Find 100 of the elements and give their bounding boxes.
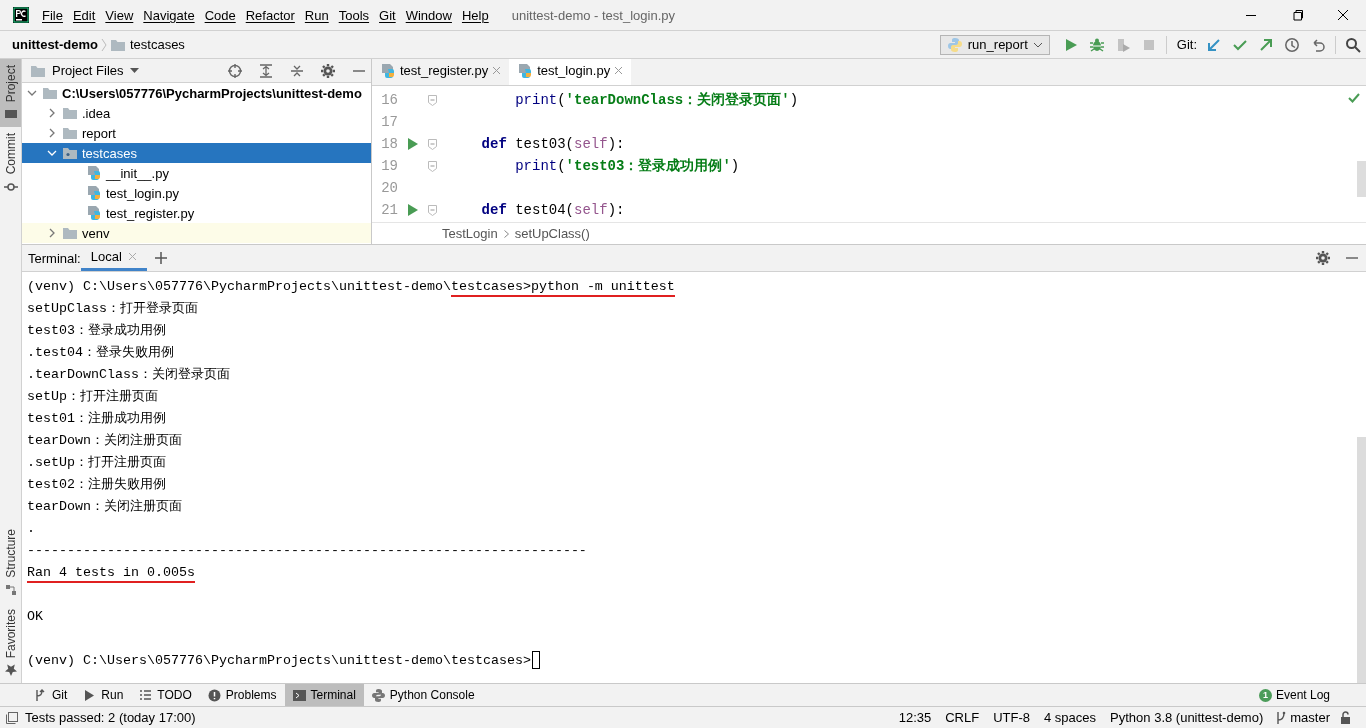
panel-toggle-icon[interactable] bbox=[5, 710, 19, 725]
caret-icon bbox=[129, 68, 139, 73]
settings-icon[interactable] bbox=[1316, 251, 1330, 265]
tree-item[interactable]: __init__.py bbox=[22, 163, 371, 183]
tool-window-tab[interactable]: Terminal bbox=[284, 684, 364, 706]
console-icon bbox=[371, 688, 385, 702]
folder-icon bbox=[62, 226, 78, 240]
line-number: 20 bbox=[380, 180, 398, 196]
menu-item[interactable]: Run bbox=[299, 7, 334, 23]
close-icon[interactable] bbox=[127, 252, 137, 261]
history-icon[interactable] bbox=[1284, 36, 1300, 53]
output-line: tearDown：关闭注册页面 bbox=[27, 498, 182, 515]
run-icon[interactable] bbox=[408, 204, 418, 216]
app-logo bbox=[13, 7, 29, 23]
fold-icon bbox=[428, 138, 437, 150]
menu-item[interactable]: Window bbox=[400, 7, 457, 23]
tab-icon bbox=[3, 582, 18, 597]
breadcrumb-item[interactable]: setUpClass() bbox=[514, 226, 590, 241]
run-config-dropdown[interactable]: run_report bbox=[939, 34, 1050, 55]
folder-icon bbox=[109, 37, 126, 52]
code-line: print('tearDownClass：关闭登录页面') bbox=[514, 91, 799, 109]
python-file-icon bbox=[86, 185, 102, 201]
push-icon[interactable] bbox=[1258, 36, 1274, 53]
settings-icon[interactable] bbox=[320, 63, 335, 78]
search-icon[interactable] bbox=[1345, 36, 1361, 53]
tool-window-tab[interactable]: Project bbox=[0, 59, 21, 128]
breadcrumb-item[interactable]: testcases bbox=[129, 37, 185, 52]
problems-icon bbox=[207, 688, 221, 702]
status-item[interactable]: CRLF bbox=[938, 710, 987, 725]
menu-item[interactable]: Help bbox=[456, 7, 494, 23]
python-icon bbox=[946, 36, 963, 53]
session-tab[interactable]: Local bbox=[80, 245, 147, 271]
undo-icon[interactable] bbox=[1310, 36, 1326, 53]
editor-tab[interactable]: test_login.py bbox=[509, 59, 632, 85]
event-log-button[interactable]: 1 Event Log bbox=[1250, 684, 1338, 706]
branch-widget[interactable]: master bbox=[1270, 710, 1336, 725]
code-line: print('test03：登录成功用例') bbox=[514, 157, 740, 175]
tool-window-tab[interactable]: Structure bbox=[0, 522, 21, 603]
tool-window-tab[interactable]: Problems bbox=[199, 684, 285, 706]
menu-item[interactable]: Refactor bbox=[240, 7, 300, 23]
fold-icon bbox=[428, 204, 437, 216]
menu-item[interactable]: File bbox=[37, 7, 68, 23]
collapse-all-icon[interactable] bbox=[289, 63, 304, 78]
fold-icon bbox=[428, 94, 437, 106]
run-icon bbox=[83, 688, 97, 702]
branch-icon bbox=[1276, 710, 1287, 725]
tool-window-tab[interactable]: Python Console bbox=[363, 684, 483, 706]
view-selector[interactable]: Project Files bbox=[30, 63, 139, 78]
output-line: setUp：打开注册页面 bbox=[27, 388, 158, 405]
tree-item[interactable]: report bbox=[22, 123, 371, 143]
close-icon[interactable] bbox=[492, 66, 502, 75]
tool-window-tab[interactable]: Commit bbox=[0, 127, 21, 200]
menu-item[interactable]: Navigate bbox=[138, 7, 200, 23]
editor-tab[interactable]: test_register.py bbox=[372, 59, 510, 85]
status-item[interactable]: 4 spaces bbox=[1037, 710, 1104, 725]
python-file-icon bbox=[517, 62, 534, 79]
status-item[interactable]: 12:35 bbox=[891, 710, 939, 725]
tree-item[interactable]: test_register.py bbox=[22, 203, 371, 223]
folder-icon bbox=[42, 86, 58, 100]
run-icon[interactable] bbox=[408, 138, 418, 150]
menu-item[interactable]: View bbox=[100, 7, 139, 23]
output-line: .test04：登录失败用例 bbox=[27, 344, 174, 361]
breadcrumb-item[interactable]: unittest-demo bbox=[12, 37, 98, 52]
folder-icon bbox=[62, 146, 78, 160]
folder-icon bbox=[62, 126, 78, 140]
panel-title: Terminal: bbox=[28, 250, 81, 266]
status-item[interactable]: UTF-8 bbox=[986, 710, 1037, 725]
caret-icon bbox=[1032, 41, 1043, 48]
menu-item[interactable]: Git bbox=[374, 7, 401, 23]
lock-icon bbox=[1340, 711, 1352, 724]
tree-item[interactable]: .idea bbox=[22, 103, 371, 123]
expand-all-icon[interactable] bbox=[258, 63, 273, 78]
terminal-icon bbox=[292, 688, 306, 702]
add-icon[interactable] bbox=[154, 252, 167, 264]
bug-icon[interactable] bbox=[1088, 36, 1105, 53]
python-file-icon bbox=[86, 165, 102, 181]
tab-icon bbox=[3, 663, 18, 677]
tree-item[interactable]: venv bbox=[22, 223, 371, 243]
tool-window-tab[interactable]: Favorites bbox=[0, 602, 21, 683]
output-line: test01：注册成功用例 bbox=[27, 410, 166, 427]
target-icon[interactable] bbox=[227, 63, 242, 78]
close-icon[interactable] bbox=[614, 66, 624, 75]
tool-window-tab[interactable]: Run bbox=[75, 684, 132, 706]
tool-window-tab[interactable]: TODO bbox=[131, 684, 200, 706]
scrollbar[interactable] bbox=[1357, 161, 1366, 197]
update-icon[interactable] bbox=[1206, 36, 1222, 53]
line-number: 17 bbox=[380, 114, 398, 130]
scrollbar[interactable] bbox=[1357, 437, 1366, 683]
code-line: def test03(self): bbox=[480, 136, 625, 152]
tree-item[interactable]: testcases bbox=[22, 143, 371, 163]
tree-item[interactable]: C:\Users\057776\PycharmProjects\unittest-demo bbox=[22, 83, 371, 103]
tool-window-tab[interactable]: Git bbox=[26, 684, 76, 706]
status-item[interactable]: Python 3.8 (unittest-demo) bbox=[1103, 710, 1271, 725]
output-line: .tearDownClass：关闭登录页面 bbox=[27, 366, 230, 383]
menu-item[interactable]: Edit bbox=[67, 7, 101, 23]
menu-item[interactable]: Tools bbox=[333, 7, 375, 23]
status-message: Tests passed: 2 (today 17:00) bbox=[25, 710, 196, 725]
breadcrumb-item[interactable]: TestLogin bbox=[442, 226, 498, 241]
tree-item[interactable]: test_login.py bbox=[22, 183, 371, 203]
menu-item[interactable]: Code bbox=[199, 7, 241, 23]
